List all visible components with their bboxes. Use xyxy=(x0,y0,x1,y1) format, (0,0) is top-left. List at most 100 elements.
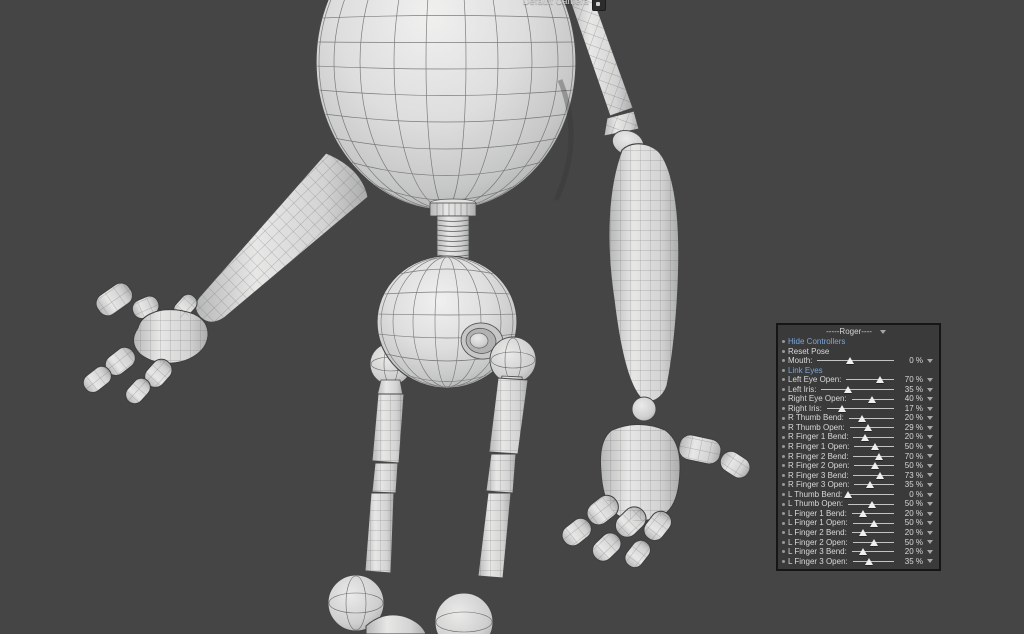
slider-thumb[interactable] xyxy=(876,472,884,479)
slider-track[interactable] xyxy=(852,395,894,404)
hud-slider-label[interactable]: R Finger 2 Bend: xyxy=(788,452,848,462)
slider-thumb[interactable] xyxy=(870,539,878,546)
chevron-down-icon[interactable] xyxy=(923,483,936,487)
hud-row-left-iris[interactable]: Left Iris:35 % xyxy=(780,385,936,395)
slider-thumb[interactable] xyxy=(859,548,867,555)
hud-row-right-eye-open[interactable]: Right Eye Open:40 % xyxy=(780,394,936,404)
slider-thumb[interactable] xyxy=(838,405,846,412)
robot-left-arm[interactable] xyxy=(195,153,368,322)
robot-left-hand[interactable] xyxy=(80,279,208,407)
slider-thumb[interactable] xyxy=(868,501,876,508)
slider-value[interactable]: 70 % xyxy=(898,452,923,462)
hud-row-r-finger-1-open[interactable]: R Finger 1 Open:50 % xyxy=(780,442,936,452)
slider-thumb[interactable] xyxy=(871,462,879,469)
slider-track[interactable] xyxy=(854,480,894,489)
slider-value[interactable]: 73 % xyxy=(898,471,923,481)
camera-icon[interactable] xyxy=(592,0,606,11)
slider-track[interactable] xyxy=(848,500,894,509)
robot-right-forearm[interactable] xyxy=(609,144,679,421)
hud-row-hide-controllers[interactable]: Hide Controllers xyxy=(780,337,936,347)
slider-value[interactable]: 0 % xyxy=(898,490,923,500)
slider-track[interactable] xyxy=(850,423,894,432)
hud-command-link-eyes[interactable]: Link Eyes xyxy=(788,366,823,376)
slider-thumb[interactable] xyxy=(844,386,852,393)
hud-row-mouth[interactable]: Mouth:0 % xyxy=(780,356,936,366)
hud-row-l-thumb-bend[interactable]: L Thumb Bend:0 % xyxy=(780,490,936,500)
slider-track[interactable] xyxy=(854,461,894,470)
slider-thumb[interactable] xyxy=(871,443,879,450)
chevron-down-icon[interactable] xyxy=(923,531,936,535)
slider-thumb[interactable] xyxy=(876,376,884,383)
hud-slider-label[interactable]: L Finger 3 Bend: xyxy=(788,547,847,557)
slider-value[interactable]: 20 % xyxy=(898,528,923,538)
chevron-down-icon[interactable] xyxy=(923,388,936,392)
hud-row-l-finger-1-bend[interactable]: L Finger 1 Bend:20 % xyxy=(780,509,936,519)
slider-thumb[interactable] xyxy=(861,434,869,441)
slider-thumb[interactable] xyxy=(866,481,874,488)
hud-row-r-finger-2-bend[interactable]: R Finger 2 Bend: 70 % xyxy=(780,452,936,462)
chevron-down-icon[interactable] xyxy=(923,435,936,439)
slider-value[interactable]: 20 % xyxy=(898,432,923,442)
slider-thumb[interactable] xyxy=(864,424,872,431)
chevron-down-icon[interactable] xyxy=(923,493,936,497)
hud-row-left-eye-open[interactable]: Left Eye Open: 70 % xyxy=(780,375,936,385)
chevron-down-icon[interactable] xyxy=(923,397,936,401)
slider-value[interactable]: 70 % xyxy=(898,375,923,385)
slider-value[interactable]: 29 % xyxy=(898,423,923,433)
slider-value[interactable]: 20 % xyxy=(898,547,923,557)
slider-track[interactable] xyxy=(847,490,894,499)
slider-track[interactable] xyxy=(853,519,894,528)
hud-slider-label[interactable]: L Finger 1 Open: xyxy=(788,518,848,528)
slider-thumb[interactable] xyxy=(859,529,867,536)
hud-slider-label[interactable]: Left Eye Open: xyxy=(788,375,841,385)
chevron-down-icon[interactable] xyxy=(923,502,936,506)
slider-thumb[interactable] xyxy=(870,520,878,527)
slider-value[interactable]: 50 % xyxy=(898,538,923,548)
hud-row-l-thumb-open[interactable]: L Thumb Open:50 % xyxy=(780,499,936,509)
chevron-down-icon[interactable] xyxy=(923,512,936,516)
slider-thumb[interactable] xyxy=(859,510,867,517)
slider-thumb[interactable] xyxy=(875,453,883,460)
slider-track[interactable] xyxy=(852,528,894,537)
chevron-down-icon[interactable] xyxy=(923,521,936,525)
slider-value[interactable]: 35 % xyxy=(898,480,923,490)
hud-row-l-finger-2-bend[interactable]: L Finger 2 Bend:20 % xyxy=(780,528,936,538)
chevron-down-icon[interactable] xyxy=(923,540,936,544)
robot-right-hand[interactable] xyxy=(558,425,754,572)
chevron-down-icon[interactable] xyxy=(923,454,936,458)
slider-track[interactable] xyxy=(854,442,894,451)
hud-slider-label[interactable]: L Thumb Open: xyxy=(788,499,843,509)
slider-thumb[interactable] xyxy=(868,396,876,403)
chevron-down-icon[interactable] xyxy=(923,378,936,382)
hud-slider-label[interactable]: L Finger 2 Open: xyxy=(788,538,848,548)
slider-track[interactable] xyxy=(846,375,894,384)
hud-row-r-finger-1-bend[interactable]: R Finger 1 Bend: 20 % xyxy=(780,432,936,442)
slider-value[interactable]: 17 % xyxy=(898,404,923,414)
chevron-down-icon[interactable] xyxy=(923,445,936,449)
slider-value[interactable]: 20 % xyxy=(898,413,923,423)
hud-slider-label[interactable]: R Finger 1 Open: xyxy=(788,442,849,452)
robot-right-leg[interactable] xyxy=(435,378,528,634)
hud-slider-label[interactable]: R Finger 3 Bend: xyxy=(788,471,848,481)
slider-track[interactable] xyxy=(849,414,894,423)
hud-row-right-iris[interactable]: Right Iris: 17 % xyxy=(780,404,936,414)
hud-slider-label[interactable]: Right Iris: xyxy=(788,404,822,414)
hud-slider-label[interactable]: R Finger 1 Bend: xyxy=(788,432,848,442)
slider-thumb[interactable] xyxy=(844,491,852,498)
slider-value[interactable]: 20 % xyxy=(898,509,923,519)
hud-row-reset-pose[interactable]: Reset Pose xyxy=(780,347,936,357)
slider-track[interactable] xyxy=(817,356,894,365)
slider-thumb[interactable] xyxy=(858,415,866,422)
hud-slider-label[interactable]: Left Iris: xyxy=(788,385,816,395)
slider-track[interactable] xyxy=(853,538,894,547)
slider-thumb[interactable] xyxy=(865,558,873,565)
robot-left-leg[interactable] xyxy=(328,394,426,634)
slider-track[interactable] xyxy=(827,404,894,413)
hud-row-r-thumb-bend[interactable]: R Thumb Bend:20 % xyxy=(780,413,936,423)
chevron-down-icon[interactable] xyxy=(877,330,890,334)
slider-track[interactable] xyxy=(852,547,894,556)
camera-label[interactable]: Default Camera xyxy=(523,0,589,6)
hud-row-l-finger-2-open[interactable]: L Finger 2 Open: 50 % xyxy=(780,537,936,547)
hud-slider-label[interactable]: Mouth: xyxy=(788,356,812,366)
chevron-down-icon[interactable] xyxy=(923,464,936,468)
